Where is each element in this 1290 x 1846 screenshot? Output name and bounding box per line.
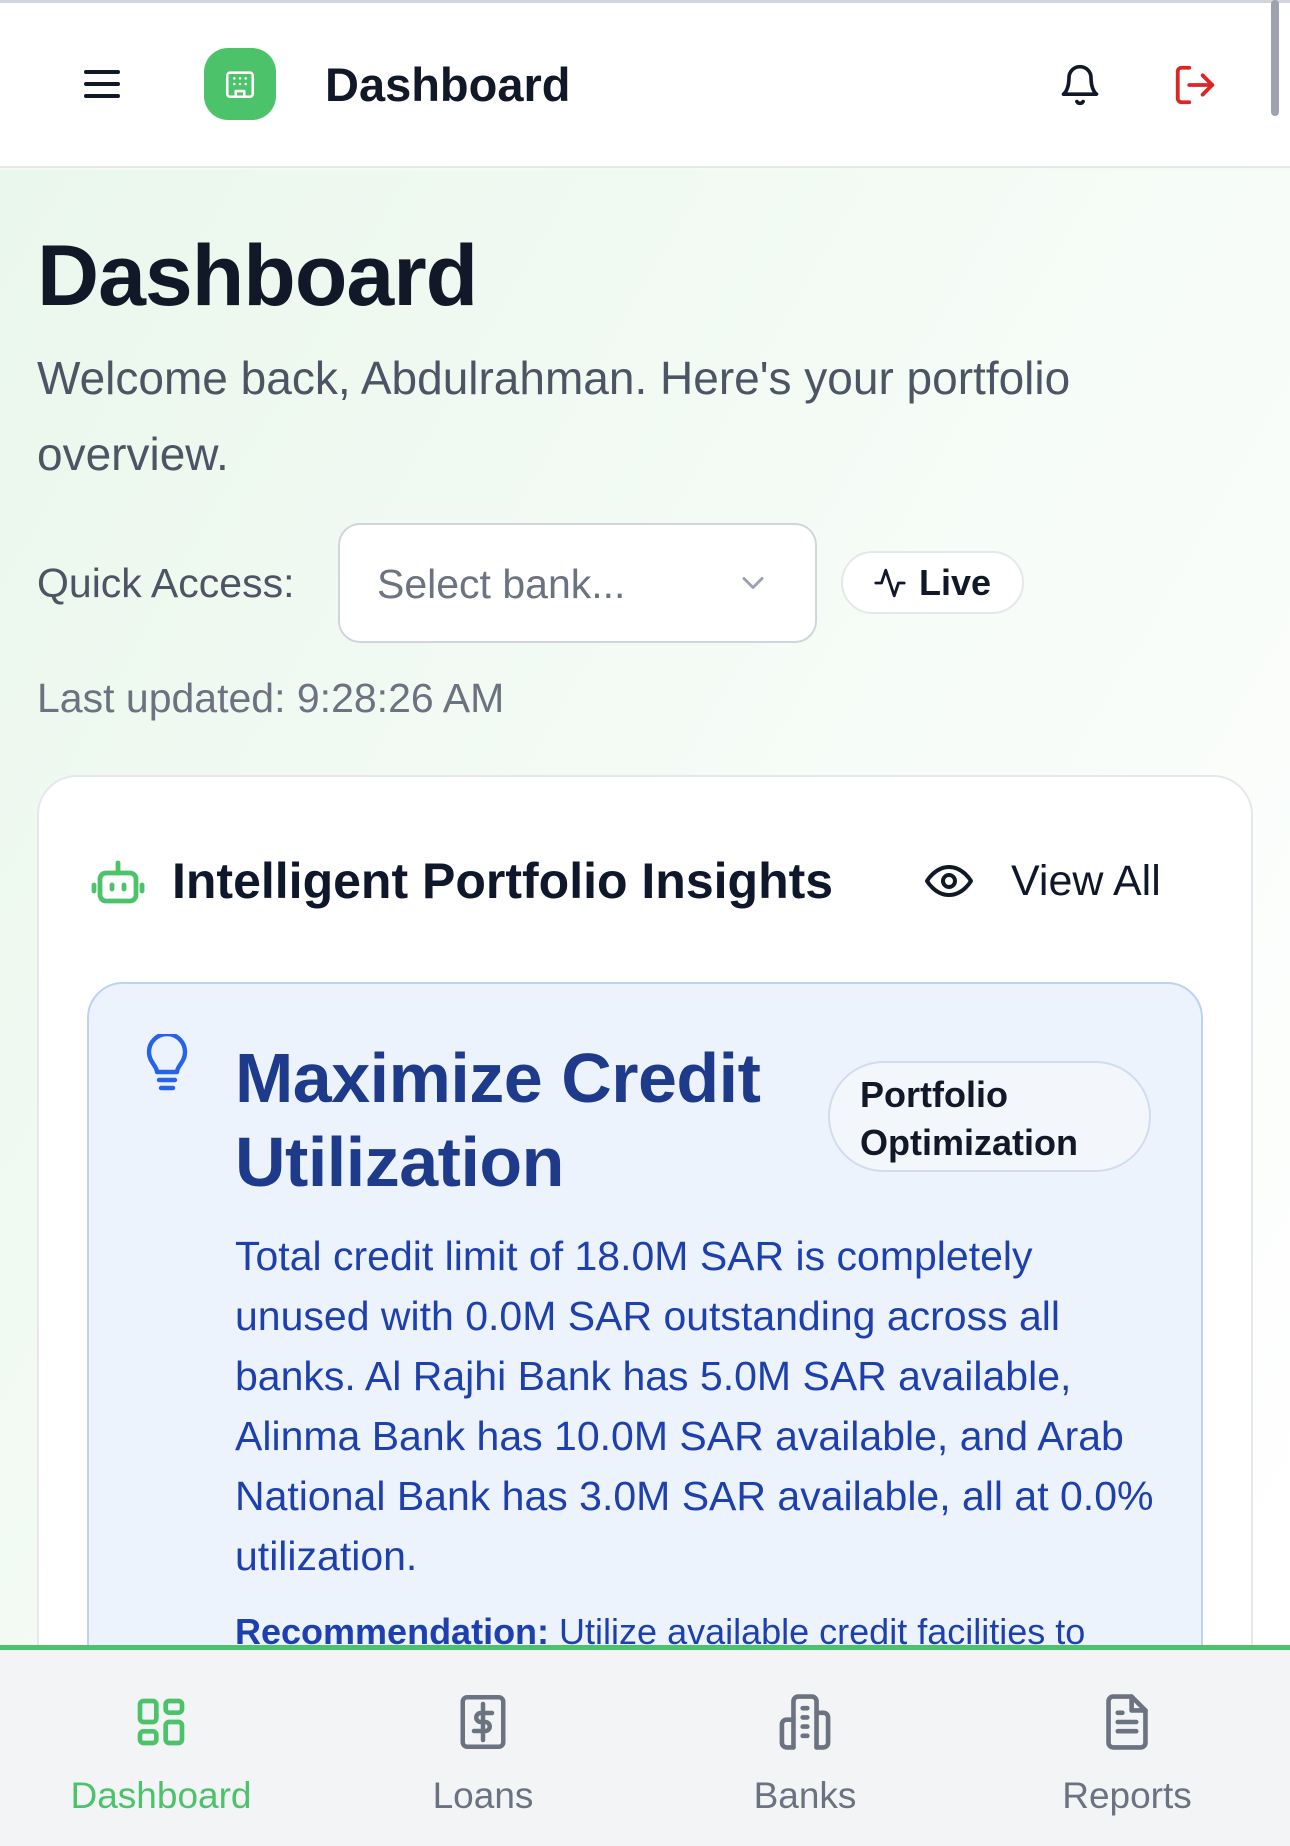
- live-status-badge[interactable]: Live: [841, 551, 1024, 614]
- logout-icon: [1175, 65, 1215, 105]
- bell-icon: [1061, 64, 1099, 106]
- live-label: Live: [919, 561, 992, 603]
- eye-icon: [925, 865, 973, 897]
- chevron-down-icon: [742, 577, 764, 589]
- nav-label-dashboard: Dashboard: [70, 1775, 252, 1816]
- insights-card-title: Intelligent Portfolio Insights: [172, 853, 834, 909]
- top-app-bar: Dashboard: [0, 0, 1290, 168]
- bottom-navigation: Dashboard Loans Banks Reports: [0, 1645, 1290, 1846]
- logout-button[interactable]: [1168, 58, 1222, 112]
- app-title: Dashboard: [325, 58, 571, 111]
- welcome-message: Welcome back, Abdulrahman. Here's your p…: [37, 352, 1071, 480]
- nav-item-dashboard[interactable]: Dashboard: [0, 1690, 322, 1818]
- page-title: Dashboard: [37, 228, 478, 324]
- bank-building-icon: [779, 1694, 831, 1750]
- nav-item-banks[interactable]: Banks: [644, 1690, 966, 1818]
- nav-label-loans: Loans: [432, 1775, 534, 1816]
- bank-select-dropdown[interactable]: Select bank...: [338, 523, 817, 643]
- bank-select-placeholder: Select bank...: [377, 561, 626, 607]
- nav-label-banks: Banks: [753, 1775, 857, 1816]
- notifications-button[interactable]: [1054, 56, 1106, 114]
- nav-item-reports[interactable]: Reports: [966, 1690, 1288, 1818]
- view-all-button[interactable]: View All: [925, 850, 1161, 912]
- scrollbar[interactable]: [1271, 0, 1279, 116]
- quick-access-label: Quick Access:: [37, 560, 295, 606]
- view-all-label: View All: [1011, 856, 1161, 905]
- hamburger-menu-icon: [84, 70, 120, 98]
- menu-button[interactable]: [72, 56, 132, 112]
- dashboard-grid-icon: [137, 1698, 185, 1746]
- nav-item-loans[interactable]: Loans: [322, 1690, 644, 1818]
- dollar-document-icon: [460, 1695, 506, 1749]
- insight-category-tag: Portfolio Optimization: [828, 1061, 1151, 1172]
- nav-label-reports: Reports: [1062, 1775, 1192, 1816]
- robot-icon: [91, 860, 145, 904]
- activity-pulse-icon: [874, 568, 906, 597]
- last-updated-text: Last updated: 9:28:26 AM: [37, 675, 505, 721]
- lightbulb-icon: [146, 1034, 188, 1091]
- insight-title: Maximize Credit Utilization: [235, 1039, 761, 1201]
- report-document-icon: [1106, 1694, 1148, 1750]
- building-icon: [225, 71, 255, 99]
- insight-description: Total credit limit of 18.0M SAR is compl…: [235, 1233, 1154, 1579]
- app-logo: [204, 48, 276, 120]
- top-divider: [0, 0, 1290, 3]
